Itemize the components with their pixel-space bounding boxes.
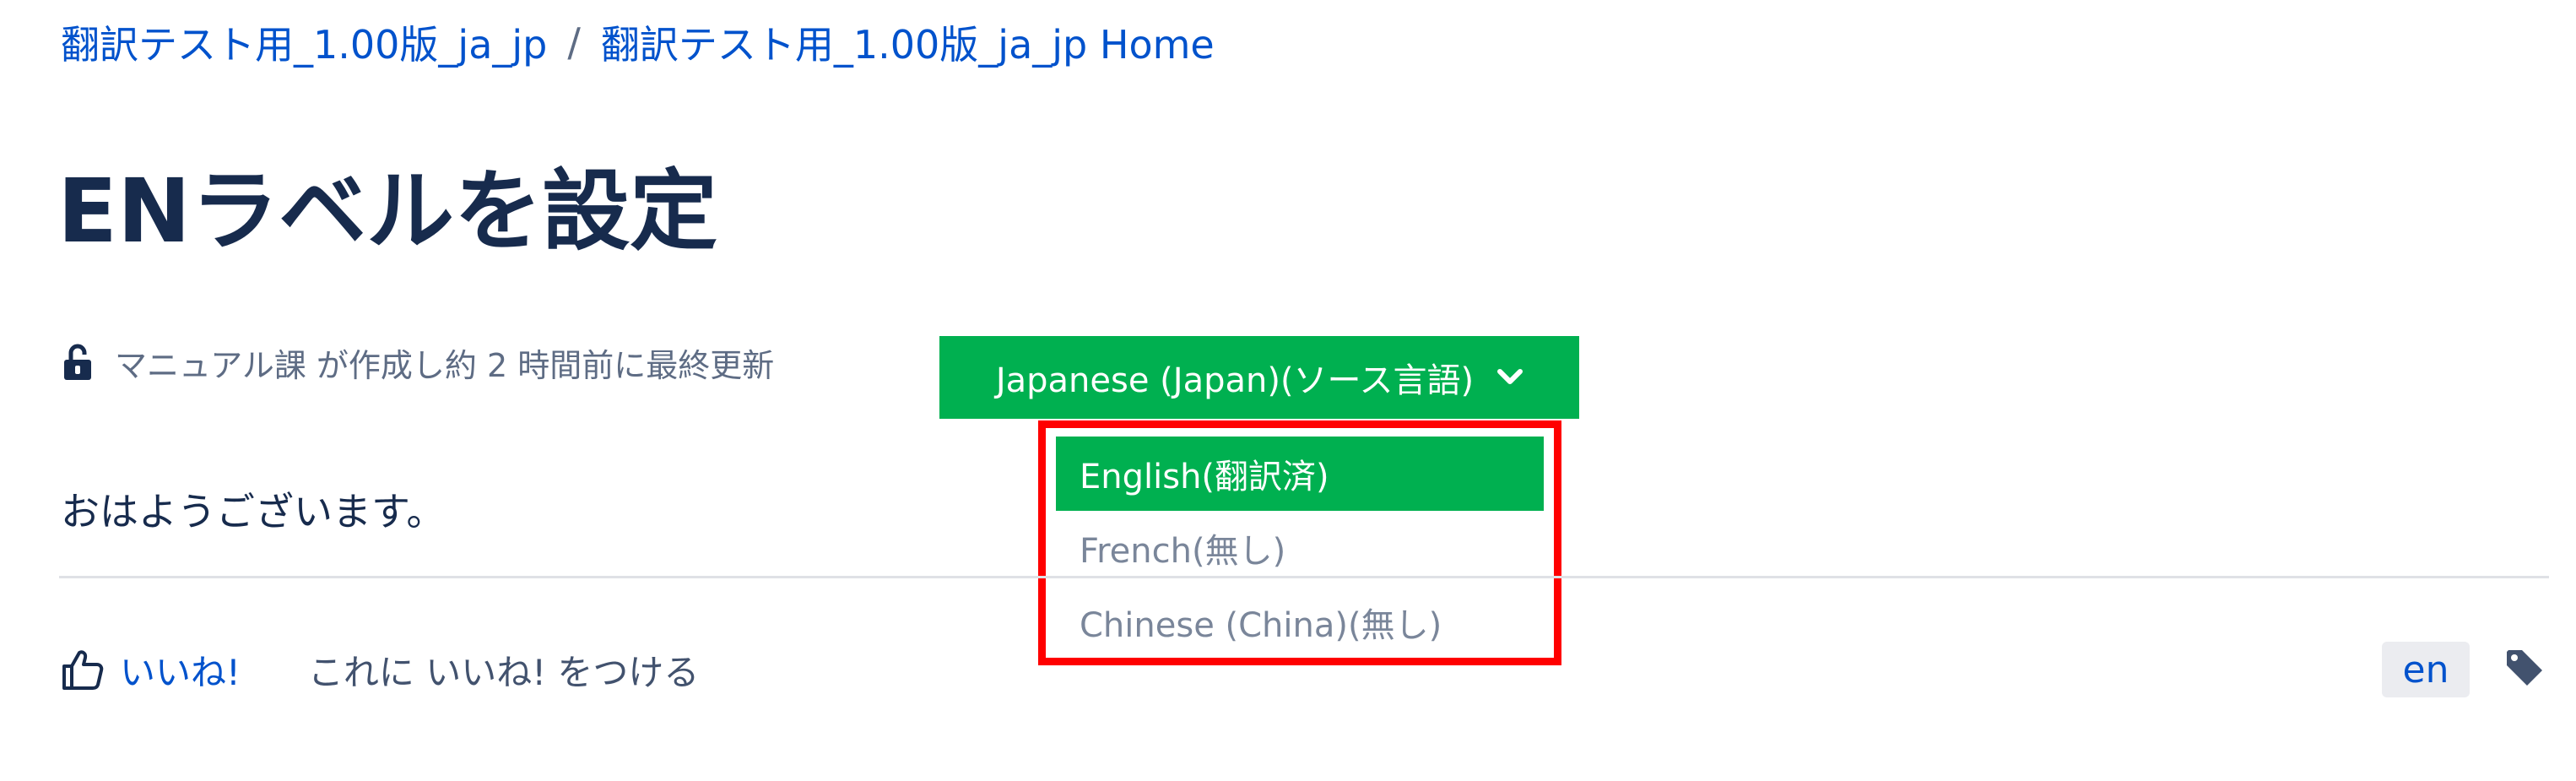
author-name[interactable]: マニュアル課 [115, 339, 306, 386]
breadcrumb: 翻訳テスト用_1.00版_ja_jp / 翻訳テスト用_1.00版_ja_jp … [61, 17, 1215, 68]
label-en[interactable]: en [2382, 642, 2470, 697]
thumbs-up-icon[interactable] [61, 648, 105, 692]
chevron-down-icon [1497, 368, 1523, 387]
tag-icon[interactable] [2503, 647, 2546, 689]
language-option-chinese[interactable]: Chinese (China)(無し) [1056, 585, 1544, 659]
language-dropdown-menu: English(翻訳済) French(無し) Chinese (China)(… [1038, 420, 1561, 665]
breadcrumb-separator: / [567, 19, 581, 65]
page-title: ENラベルを設定 [57, 160, 718, 263]
breadcrumb-home-link[interactable]: 翻訳テスト用_1.00版_ja_jp Home [601, 14, 1215, 70]
language-option-english[interactable]: English(翻訳済) [1056, 437, 1544, 511]
language-option-french[interactable]: French(無し) [1056, 511, 1544, 585]
unlock-icon[interactable] [61, 342, 98, 382]
like-prompt: これに いいね! をつける [307, 651, 700, 693]
breadcrumb-space-link[interactable]: 翻訳テスト用_1.00版_ja_jp [61, 14, 547, 70]
content-divider [59, 576, 2549, 578]
language-selector-button[interactable]: Japanese (Japan)(ソース言語) [939, 336, 1579, 419]
language-selector-label: Japanese (Japan)(ソース言語) [995, 361, 1475, 400]
byline-text: が作成し約 2 時間前に最終更新 [316, 346, 775, 384]
page-byline: マニュアル課 が作成し約 2 時間前に最終更新 [61, 333, 774, 392]
like-link[interactable]: いいね! [120, 644, 241, 696]
page-body-text: おはようございます。 [61, 489, 446, 534]
confluence-page: 翻訳テスト用_1.00版_ja_jp / 翻訳テスト用_1.00版_ja_jp … [0, 0, 2576, 781]
page-footer: いいね! これに いいね! をつける [61, 640, 699, 699]
